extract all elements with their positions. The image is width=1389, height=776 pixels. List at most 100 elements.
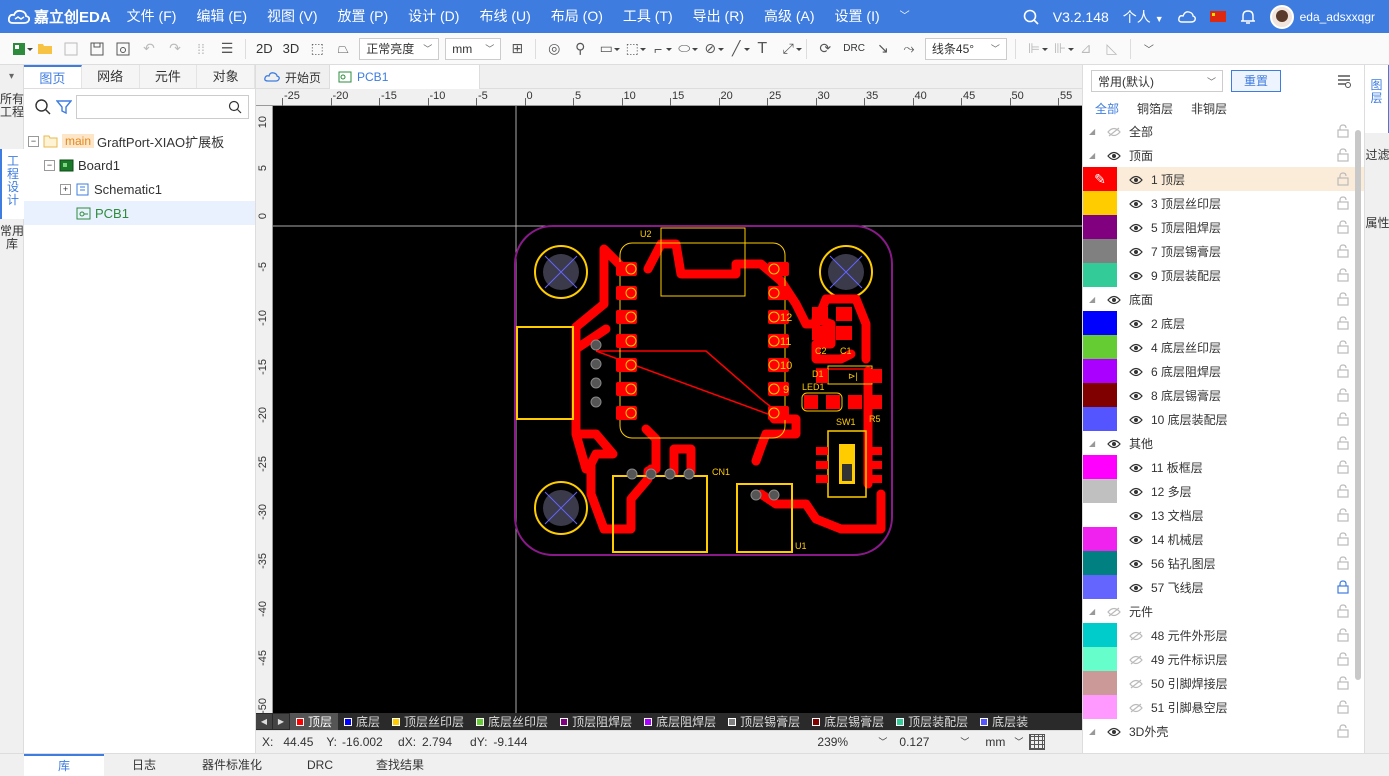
layer-row[interactable]: 6 底层阻焊层	[1083, 359, 1364, 383]
tab-pages[interactable]: 图页	[24, 65, 82, 88]
unlock-icon[interactable]	[1336, 244, 1350, 258]
collapse-triangle-icon[interactable]: ◢	[1089, 439, 1095, 448]
unlock-icon[interactable]	[1336, 268, 1350, 282]
collapse-triangle-icon[interactable]: ◢	[1089, 127, 1095, 136]
place-region-button[interactable]: ⬚	[619, 36, 647, 62]
tab-device-standardization[interactable]: 器件标准化	[184, 754, 280, 776]
collapse-triangle-icon[interactable]: ◢	[1089, 151, 1095, 160]
layer-tab[interactable]: 底层阻焊层	[638, 713, 722, 730]
unlock-icon[interactable]	[1336, 124, 1350, 138]
layer-color-swatch[interactable]	[1083, 575, 1117, 599]
view-2d-button[interactable]: 2D	[251, 41, 278, 56]
unlock-icon[interactable]	[1336, 364, 1350, 378]
menu-item[interactable]: 放置 (P)	[328, 0, 399, 33]
no-connect-button[interactable]: ⊘	[697, 36, 725, 62]
layer-color-swatch[interactable]: ✎	[1083, 167, 1117, 191]
eye-icon[interactable]	[1107, 294, 1121, 305]
grid-toggle-icon[interactable]	[1029, 734, 1046, 750]
open-button[interactable]	[32, 36, 58, 62]
layer-tab[interactable]: 底层锡膏层	[806, 713, 890, 730]
menu-item[interactable]: 布线 (U)	[469, 0, 540, 33]
search-icon[interactable]	[34, 98, 52, 116]
mirror-v-button[interactable]: ◺	[1099, 36, 1125, 62]
user-avatar[interactable]	[1269, 4, 1294, 29]
tab-log[interactable]: 日志	[104, 754, 184, 776]
account-mode-select[interactable]: 个人 ▼	[1123, 7, 1164, 27]
eye-icon[interactable]	[1129, 222, 1143, 233]
save-button[interactable]	[58, 36, 84, 62]
layer-color-swatch[interactable]	[1083, 479, 1117, 503]
tree-project[interactable]: − main GraftPort-XIAO扩展板	[24, 129, 255, 153]
layer-row[interactable]: 13 文档层	[1083, 503, 1364, 527]
layer-color-swatch[interactable]	[1083, 383, 1117, 407]
place-pad-button[interactable]: ⚲	[567, 36, 593, 62]
filter-non-copper[interactable]: 非铜层	[1191, 100, 1227, 117]
unlock-icon[interactable]	[1336, 508, 1350, 522]
layer-row[interactable]: 56 钻孔图层	[1083, 551, 1364, 575]
place-line-button[interactable]: ╱	[723, 36, 751, 62]
save-all-button[interactable]	[84, 36, 110, 62]
unit-select[interactable]: mm ﹀	[445, 37, 502, 60]
route-single-button[interactable]: ↘	[870, 36, 896, 62]
collapse-triangle-icon[interactable]: ◢	[1089, 295, 1095, 304]
layer-tab[interactable]: 底层装	[974, 713, 1034, 730]
tab-pcb1[interactable]: PCB1	[330, 65, 481, 89]
eye-hidden-icon[interactable]	[1129, 702, 1143, 713]
brightness-select[interactable]: 正常亮度 ﹀	[359, 37, 440, 60]
eye-hidden-icon[interactable]	[1129, 630, 1143, 641]
menu-item[interactable]: 设置 (I)	[825, 0, 890, 33]
layer-group-row[interactable]: ◢ 顶面	[1083, 143, 1364, 167]
refresh-button[interactable]: ⟳	[812, 36, 838, 62]
filter-icon[interactable]	[56, 99, 72, 115]
vtab-project-design[interactable]: 工程设计	[0, 149, 24, 219]
vtab-common-lib[interactable]: 常用库	[0, 219, 24, 269]
eye-hidden-icon[interactable]	[1107, 126, 1121, 137]
layer-row[interactable]: 2 底层	[1083, 311, 1364, 335]
tab-components[interactable]: 元件	[140, 65, 198, 88]
layer-row[interactable]: 48 元件外形层	[1083, 623, 1364, 647]
unlock-icon[interactable]	[1336, 292, 1350, 306]
tree-pcb[interactable]: PCB1	[24, 201, 255, 225]
vtab-layers[interactable]: 图层	[1365, 65, 1389, 133]
zoom-select[interactable]: 239% ﹀	[817, 735, 887, 749]
eye-hidden-icon[interactable]	[1129, 654, 1143, 665]
tab-objects[interactable]: 对象	[197, 65, 255, 88]
language-flag-icon[interactable]	[1209, 11, 1226, 22]
layer-row[interactable]: 4 底层丝印层	[1083, 335, 1364, 359]
unlock-icon[interactable]	[1336, 484, 1350, 498]
view-3d-button[interactable]: 3D	[278, 41, 305, 56]
unlock-icon[interactable]	[1336, 604, 1350, 618]
collapse-triangle-icon[interactable]: ◢	[1089, 607, 1095, 616]
eye-icon[interactable]	[1107, 438, 1121, 449]
eye-hidden-icon[interactable]	[1107, 606, 1121, 617]
unlock-icon[interactable]	[1336, 436, 1350, 450]
tab-nets[interactable]: 网络	[82, 65, 140, 88]
unlock-icon[interactable]	[1336, 700, 1350, 714]
search-input[interactable]	[76, 95, 249, 119]
measure-button[interactable]: ⤢	[775, 36, 803, 62]
menu-item[interactable]: 编辑 (E)	[186, 0, 257, 33]
expand-icon[interactable]: +	[60, 183, 71, 195]
layer-row[interactable]: 5 顶层阻焊层	[1083, 215, 1364, 239]
layer-group-row[interactable]: ◢ 底面	[1083, 287, 1364, 311]
layer-stack-button[interactable]: ⏢	[330, 36, 356, 62]
menu-item[interactable]: 设计 (D)	[398, 0, 469, 33]
eye-icon[interactable]	[1129, 414, 1143, 425]
tree-board[interactable]: − Board1	[24, 153, 255, 177]
unlock-icon[interactable]	[1336, 220, 1350, 234]
unlock-icon[interactable]	[1336, 412, 1350, 426]
unlock-icon[interactable]	[1336, 652, 1350, 666]
eye-icon[interactable]	[1129, 366, 1143, 377]
eye-icon[interactable]	[1129, 558, 1143, 569]
place-rect-button[interactable]: ▭	[593, 36, 621, 62]
eye-icon[interactable]	[1129, 510, 1143, 521]
layer-group-row[interactable]: ◢ 元件	[1083, 599, 1364, 623]
layer-row[interactable]: 12 多层	[1083, 479, 1364, 503]
vtab-all-projects[interactable]: 所有工程	[0, 87, 24, 149]
layer-row[interactable]: 8 底层锡膏层	[1083, 383, 1364, 407]
layer-row[interactable]: ✎ 1 顶层	[1083, 167, 1364, 191]
layer-row[interactable]: 11 板框层	[1083, 455, 1364, 479]
mirror-h-button[interactable]: ⊿	[1073, 36, 1099, 62]
search-icon[interactable]	[1023, 9, 1039, 25]
scroll-right-button[interactable]: ▶	[273, 714, 289, 729]
